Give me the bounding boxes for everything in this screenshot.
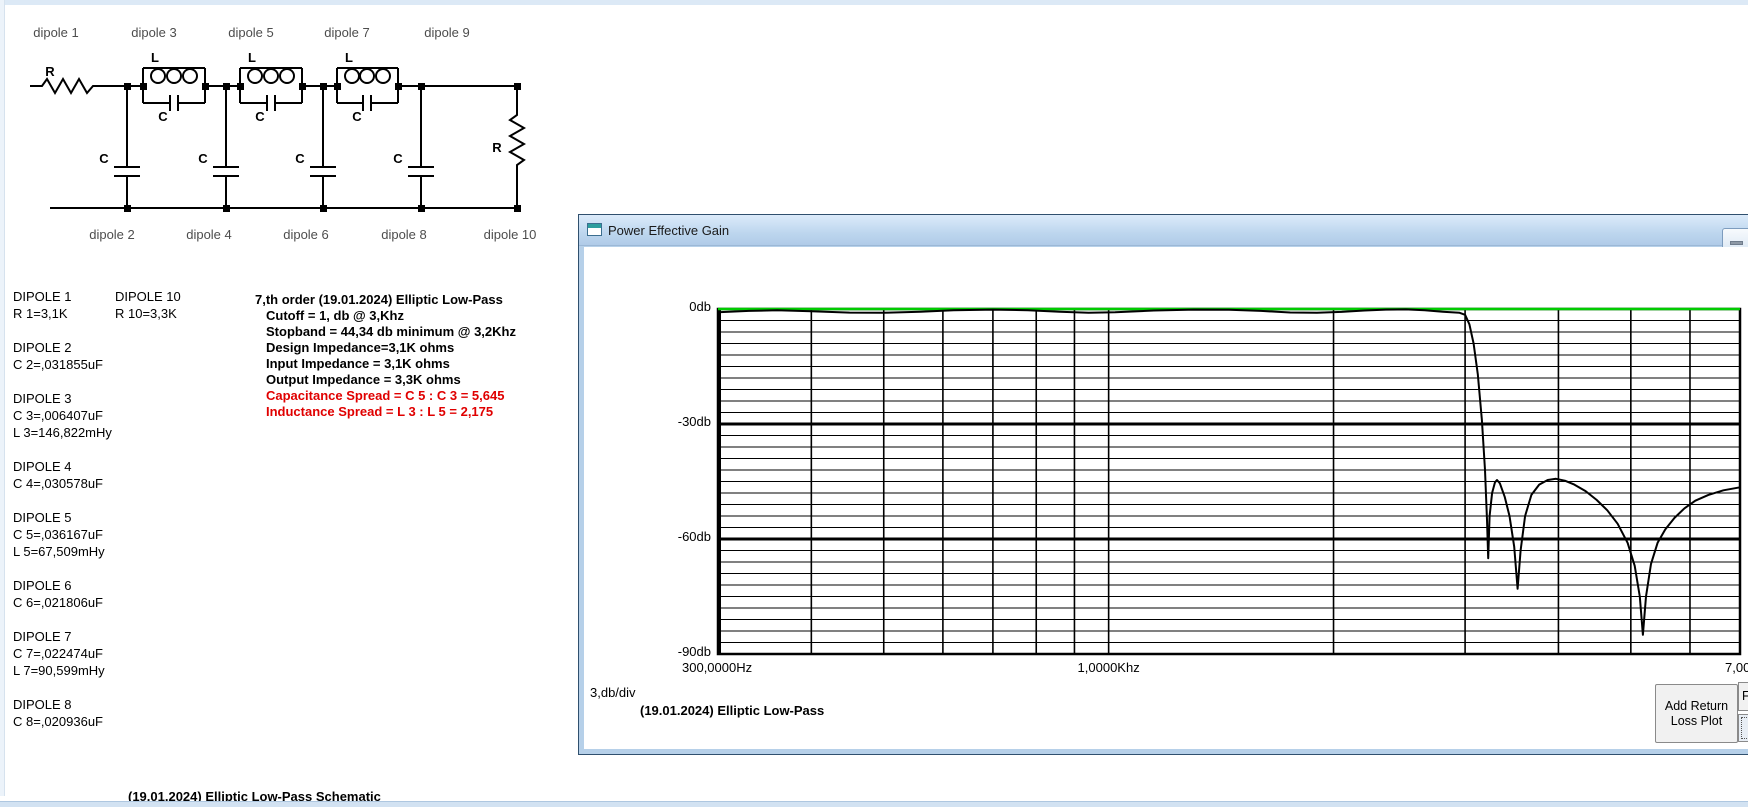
svg-text:R: R — [492, 140, 502, 155]
y-tick-label: 0db — [689, 299, 711, 314]
svg-text:C: C — [255, 109, 265, 124]
dipole-entry: DIPOLE 2C 2=,031855uF — [13, 339, 112, 373]
dipole-entry: DIPOLE 7C 7=,022474uFL 7=90,599mHy — [13, 628, 112, 679]
y-tick-label: -90db — [678, 644, 711, 659]
description-line: Output Impedance = 3,3K ohms — [255, 372, 516, 388]
dipole-entry: DIPOLE 4C 4=,030578uF — [13, 458, 112, 492]
dipole-entry: DIPOLE 5C 5=,036167uFL 5=67,509mHy — [13, 509, 112, 560]
description-line: Cutoff = 1, db @ 3,Khz — [255, 308, 516, 324]
series-power-effective-gain — [718, 309, 1740, 634]
window-icon — [587, 223, 602, 236]
dipole-4-label: dipole 4 — [186, 227, 232, 242]
dipole-5-label: dipole 5 — [228, 25, 274, 40]
window-title: Power Effective Gain — [608, 223, 729, 238]
plot-caption: (19.01.2024) Elliptic Low-Pass — [640, 703, 824, 718]
svg-text:L: L — [248, 50, 256, 65]
dipole-entry: DIPOLE 6C 6=,021806uF — [13, 577, 112, 611]
svg-text:C: C — [295, 151, 305, 166]
svg-text:C: C — [99, 151, 109, 166]
dipole-8-label: dipole 8 — [381, 227, 427, 242]
description-line: Stopband = 44,34 db minimum @ 3,2Khz — [255, 324, 516, 340]
description-line: Inductance Spread = L 3 : L 5 = 2,175 — [255, 404, 516, 420]
partial-button-right-edge[interactable]: F — [1738, 682, 1748, 711]
add-return-loss-plot-button[interactable]: Add Return Loss Plot — [1655, 684, 1738, 743]
x-tick-label: 7,00 — [1725, 660, 1748, 675]
description-line: Design Impedance=3,1K ohms — [255, 340, 516, 356]
dipole-entry: DIPOLE 1R 1=3,1K — [13, 288, 112, 322]
input-resistor-label: R — [45, 64, 55, 79]
shunt-capacitor-8: C — [393, 86, 434, 208]
bottom-window-strip — [0, 801, 1748, 807]
svg-text:C: C — [393, 151, 403, 166]
dipole-7-label: dipole 7 — [324, 25, 370, 40]
filter-description-block: 7,th order (19.01.2024) Elliptic Low-Pas… — [255, 292, 516, 420]
lc-tank-5: L C — [240, 50, 302, 124]
dipole-2-label: dipole 2 — [89, 227, 135, 242]
lc-tank-3: L C — [143, 50, 205, 124]
dipole-entry: DIPOLE 3C 3=,006407uFL 3=146,822mHy — [13, 390, 112, 441]
dipole-10-label: dipole 10 — [484, 227, 537, 242]
y-tick-label: -30db — [678, 414, 711, 429]
partial-button-lower-right-edge[interactable] — [1738, 714, 1748, 742]
dipole-9-label: dipole 9 — [424, 25, 470, 40]
dipole-1-label: dipole 1 — [33, 25, 79, 40]
db-per-div-label: 3,db/div — [590, 685, 636, 700]
svg-text:C: C — [158, 109, 168, 124]
description-line: Capacitance Spread = C 5 : C 3 = 5,645 — [255, 388, 516, 404]
shunt-capacitor-4: C — [198, 86, 239, 208]
dipole-6-label: dipole 6 — [283, 227, 329, 242]
y-tick-label: -60db — [678, 529, 711, 544]
x-tick-label: 1,0000Khz — [1078, 660, 1140, 675]
lc-tank-7: L C — [337, 50, 398, 124]
svg-text:L: L — [151, 50, 159, 65]
minimize-icon — [1730, 241, 1743, 245]
dipole-entry: DIPOLE 10R 10=3,3K — [115, 288, 181, 322]
screen: dipole 1 dipole 3 dipole 5 dipole 7 dipo… — [0, 0, 1748, 807]
x-tick-label: 300,0000Hz — [682, 660, 752, 675]
focus-rectangle — [1741, 717, 1748, 739]
dipole-value-list-column2: DIPOLE 10R 10=3,3K — [115, 288, 181, 339]
gain-plot: 0db -30db -60db -90db300,0000Hz 1,0000Khz 7,0… — [584, 246, 1748, 751]
svg-text:C: C — [352, 109, 362, 124]
description-line: Input Impedance = 3,1K ohms — [255, 356, 516, 372]
load-resistor: R — [492, 86, 524, 208]
dipole-value-list-column1: DIPOLE 1R 1=3,1K DIPOLE 2C 2=,031855uF DIP… — [13, 288, 112, 747]
svg-text:L: L — [345, 50, 353, 65]
svg-text:C: C — [198, 151, 208, 166]
elliptic-lowpass-schematic: dipole 1 dipole 3 dipole 5 dipole 7 dipo… — [0, 0, 560, 250]
dipole-3-label: dipole 3 — [131, 25, 177, 40]
shunt-capacitor-6: C — [295, 86, 336, 208]
description-line: 7,th order (19.01.2024) Elliptic Low-Pas… — [255, 292, 516, 308]
shunt-capacitor-2: C — [99, 86, 140, 208]
window-titlebar[interactable]: Power Effective Gain — [579, 215, 1748, 246]
dipole-entry: DIPOLE 8C 8=,020936uF — [13, 696, 112, 730]
